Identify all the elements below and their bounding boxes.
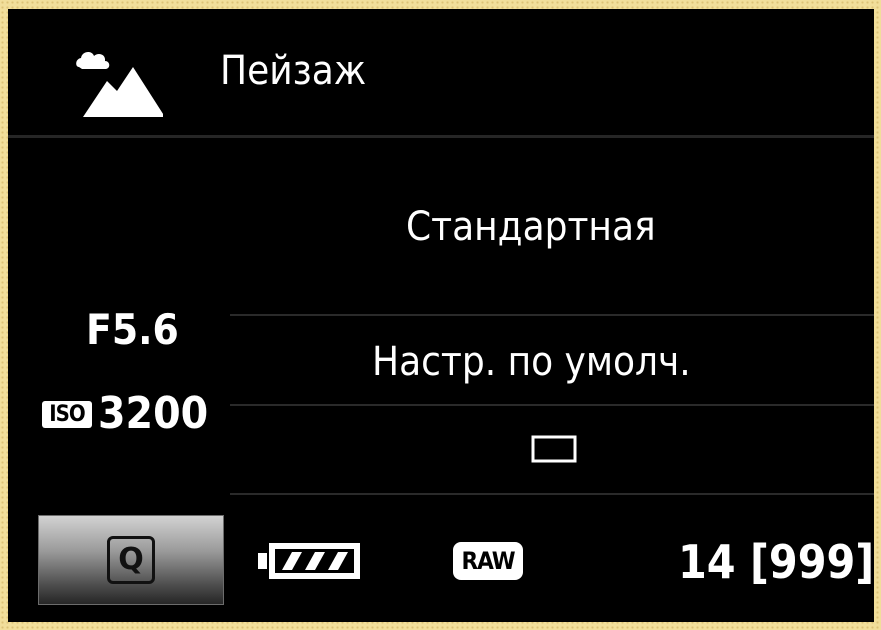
battery-icon <box>258 543 360 579</box>
settings-divider <box>230 404 874 406</box>
single-shot-drive-icon[interactable] <box>530 434 578 464</box>
image-quality-raw-badge: RAW <box>453 542 523 580</box>
shots-remaining: 14 [999] <box>678 535 874 589</box>
camera-lcd-screen: Пейзаж Стандартная F5.6 Настр. по умолч.… <box>8 9 874 622</box>
header-divider <box>8 135 874 138</box>
iso-value: 3200 <box>98 388 209 439</box>
iso-icon: ISO <box>42 400 92 428</box>
settings-divider <box>230 493 874 495</box>
landscape-mode-icon <box>76 52 163 117</box>
quick-control-icon: Q <box>107 536 155 584</box>
default-settings-option[interactable]: Настр. по умолч. <box>372 342 691 382</box>
aperture-value: F5.6 <box>86 305 179 354</box>
quick-control-button[interactable]: Q <box>38 515 224 605</box>
iso-readout: ISO 3200 <box>42 392 208 442</box>
picture-style-setting[interactable]: Стандартная <box>406 207 656 247</box>
settings-divider <box>230 314 874 316</box>
shooting-mode-title: Пейзаж <box>220 48 367 94</box>
